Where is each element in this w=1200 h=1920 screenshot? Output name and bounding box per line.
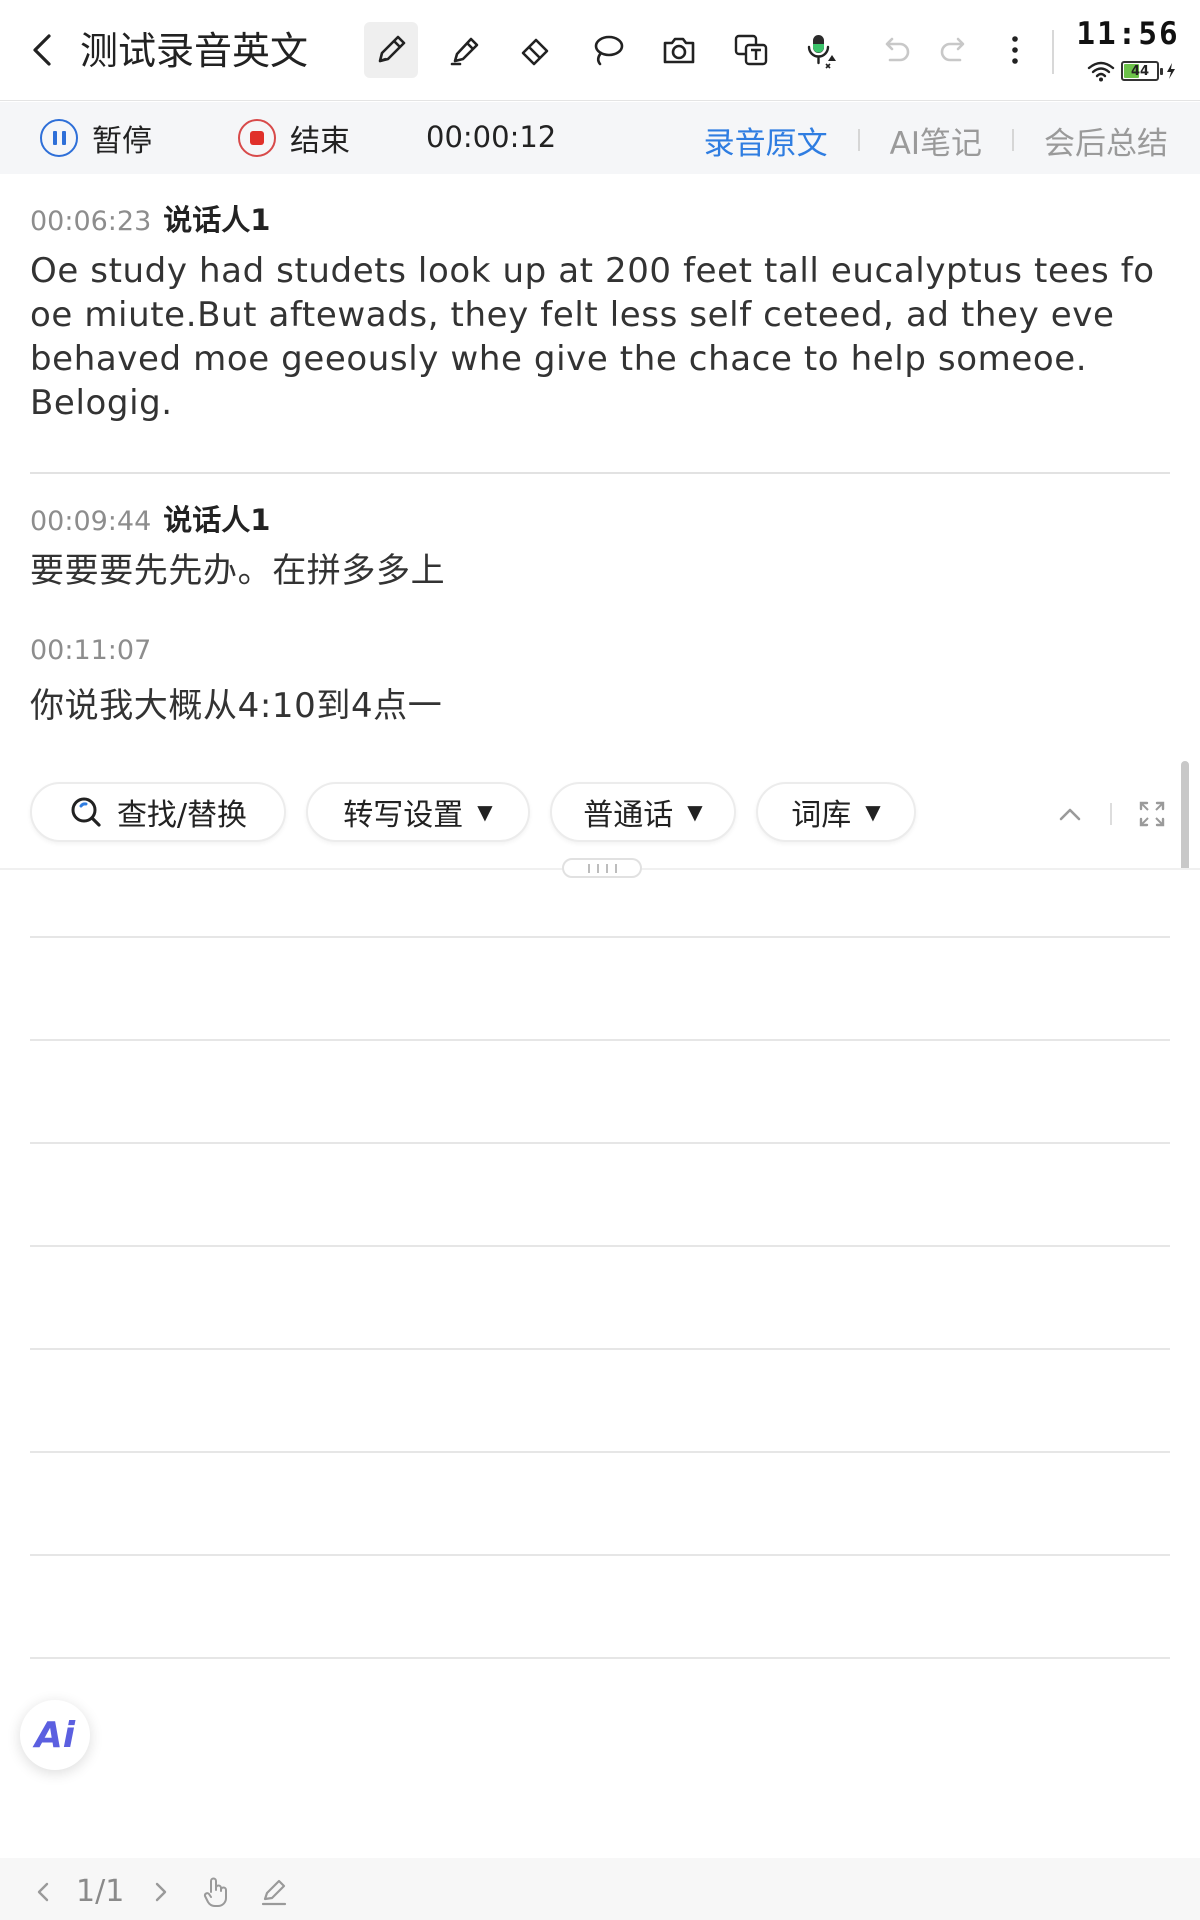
back-button[interactable]	[22, 28, 62, 72]
caret-down-icon: ▼	[865, 800, 881, 824]
transcribe-settings-dropdown[interactable]: 转写设置 ▼	[306, 782, 530, 842]
ai-assistant-label: Ai	[34, 1714, 76, 1756]
panel-controls	[1056, 794, 1166, 834]
ruled-line	[30, 1657, 1170, 1659]
translate-tool-button[interactable]	[724, 22, 778, 78]
translate-icon	[734, 34, 768, 66]
lasso-tool-button[interactable]	[580, 22, 634, 78]
transcript-segment[interactable]: 00:06:23 说话人1 Oe study had studets look …	[30, 197, 1170, 425]
segment-text: Oe study had studets look up at 200 feet…	[30, 251, 1155, 423]
pen-icon	[378, 35, 406, 63]
eraser-icon	[521, 38, 549, 66]
pause-icon	[40, 119, 78, 157]
lexicon-dropdown[interactable]: 词库 ▼	[756, 782, 916, 842]
ruled-line	[30, 1348, 1170, 1350]
pause-label: 暂停	[92, 124, 152, 159]
recording-timer: 00:00:12	[426, 120, 557, 154]
undo-button[interactable]	[868, 22, 922, 78]
segment-text: 要要要先先办。在拼多多上	[30, 551, 446, 591]
pencil-icon	[261, 1879, 287, 1906]
segment-timestamp: 00:11:07	[30, 635, 152, 666]
transcript-segment[interactable]: 00:11:07 你说我大概从4:10到4点一	[30, 635, 1170, 728]
next-page-button[interactable]	[144, 1872, 178, 1912]
ruled-line	[30, 1554, 1170, 1556]
transcript-segment[interactable]: 00:09:44 说话人1 要要要先先办。在拼多多上	[30, 497, 1170, 593]
recording-bar: 暂停 结束 00:00:12 录音原文 AI笔记 会后总结	[0, 102, 1200, 174]
wifi-icon	[1087, 61, 1115, 82]
highlighter-tool-button[interactable]	[438, 22, 492, 78]
segment-text: 你说我大概从4:10到4点一	[30, 686, 443, 726]
stop-button[interactable]: 结束	[238, 112, 350, 164]
segment-divider	[30, 472, 1170, 474]
tab-divider	[857, 129, 860, 151]
find-replace-button[interactable]: 查找/替换	[30, 782, 286, 842]
ruled-line	[30, 1039, 1170, 1041]
ruled-line	[30, 936, 1170, 938]
hand-pointer-icon	[203, 1877, 227, 1908]
undo-icon	[885, 37, 910, 62]
highlighter-icon	[450, 37, 479, 66]
chevron-left-icon	[37, 1882, 49, 1902]
redo-button[interactable]	[928, 22, 982, 78]
microphone-tool-button[interactable]	[794, 22, 848, 78]
pause-button[interactable]: 暂停	[40, 112, 152, 164]
language-dropdown[interactable]: 普通话 ▼	[550, 782, 736, 842]
tab-ai-notes[interactable]: AI笔记	[890, 118, 982, 163]
lexicon-label: 词库	[791, 798, 852, 833]
stop-label: 结束	[290, 124, 350, 159]
tab-summary[interactable]: 会后总结	[1044, 118, 1168, 163]
more-button[interactable]	[988, 22, 1042, 78]
caret-down-icon: ▼	[687, 800, 703, 824]
tab-divider	[1012, 129, 1014, 151]
chevron-left-icon	[33, 34, 51, 66]
toolbar-divider	[1052, 30, 1054, 74]
bottom-bar: 1/1	[0, 1858, 1200, 1920]
page-indicator: 1/1	[76, 1874, 125, 1909]
note-canvas[interactable]	[0, 868, 1200, 1858]
caret-down-icon: ▼	[477, 800, 493, 824]
ruled-line	[30, 1245, 1170, 1247]
redo-icon	[940, 37, 965, 62]
battery-percent: 44	[1130, 63, 1150, 79]
ruled-line	[30, 1451, 1170, 1453]
charging-icon	[1167, 63, 1175, 79]
expand-icon[interactable]	[1138, 800, 1166, 828]
hand-mode-button[interactable]	[196, 1872, 236, 1912]
segment-timestamp: 00:09:44	[30, 506, 152, 537]
transcribe-settings-label: 转写设置	[343, 798, 464, 833]
camera-tool-button[interactable]	[652, 22, 706, 78]
handwriting-mode-button[interactable]	[254, 1872, 294, 1912]
mode-tabs: 录音原文 AI笔记 会后总结	[704, 116, 1168, 164]
find-replace-label: 查找/替换	[116, 798, 248, 833]
transcript-tools: 查找/替换 转写设置 ▼ 普通话 ▼ 词库 ▼	[0, 782, 1200, 848]
search-icon	[71, 797, 101, 827]
panel-drag-handle[interactable]	[562, 858, 642, 878]
chevron-up-icon[interactable]	[1056, 804, 1084, 824]
lasso-icon	[594, 35, 624, 66]
more-icon	[1012, 36, 1018, 64]
prev-page-button[interactable]	[26, 1872, 60, 1912]
ruled-line	[30, 1142, 1170, 1144]
battery-icon: 44	[1121, 61, 1163, 81]
transcript-panel[interactable]: 00:06:23 说话人1 Oe study had studets look …	[0, 175, 1200, 897]
top-bar: 测试录音英文 11:56 44	[0, 0, 1200, 101]
status-icons: 44	[1072, 58, 1192, 84]
language-label: 普通话	[583, 798, 674, 833]
tab-transcript[interactable]: 录音原文	[704, 118, 828, 163]
speaker-label: 说话人1	[163, 203, 271, 237]
status-clock: 11:56	[1076, 16, 1180, 52]
speaker-label: 说话人1	[163, 503, 271, 537]
camera-icon	[663, 37, 695, 64]
stop-icon	[238, 119, 276, 157]
microphone-icon	[807, 35, 836, 69]
controls-divider	[1110, 803, 1112, 825]
page-title: 测试录音英文	[80, 29, 309, 73]
chevron-right-icon	[155, 1882, 167, 1902]
eraser-tool-button[interactable]	[508, 22, 562, 78]
ai-assistant-button[interactable]: Ai	[20, 1700, 90, 1770]
pen-tool-button[interactable]	[364, 22, 418, 78]
segment-timestamp: 00:06:23	[30, 206, 152, 237]
